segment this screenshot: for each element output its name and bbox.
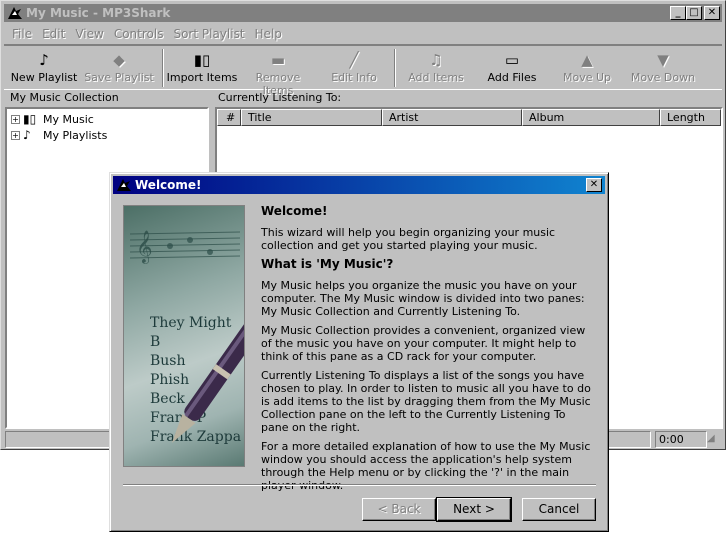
new-playlist-icon: ♪ [39,51,49,69]
tree-item-my-music[interactable]: + ▮▯ My Music [11,111,94,127]
tree-item-label: My Playlists [43,128,108,142]
wizard-paragraph: My Music helps you organize the music yo… [261,279,585,318]
listening-pane-label: Currently Listening To: [218,91,342,104]
tree-item-label: My Music [43,112,94,126]
menu-file[interactable]: File [7,25,37,43]
minimize-button[interactable]: _ [670,6,686,20]
music-staff-graphic: 𝄞 [130,230,240,264]
fountain-pen-graphic [171,308,244,444]
dialog-title-bar[interactable]: Welcome! ✕ [113,176,605,194]
dialog-close-button[interactable]: ✕ [586,178,602,192]
tree-expander[interactable]: + [11,130,20,140]
resize-grip-icon[interactable]: ◢ [707,433,721,447]
welcome-dialog: Welcome! ✕ 𝄞 They Might B Bush Phish Bec… [109,172,609,532]
edit-info-button[interactable]: ╱ Edit Info [316,49,392,87]
title-bar[interactable]: My Music - MP3Shark _ □ ✕ [4,4,722,22]
add-items-button[interactable]: ♫ Add Items [398,49,474,87]
playlists-icon: ♪ [23,128,31,142]
column-header-album[interactable]: Album [522,109,660,126]
arrow-up-icon: ▲ [581,51,593,69]
svg-text:𝄞: 𝄞 [136,230,153,264]
save-playlist-icon: ◆ [113,51,125,69]
window-title: My Music - MP3Shark [26,6,171,20]
menu-help[interactable]: Help [250,25,287,43]
shark-app-icon [8,7,22,19]
dialog-divider [123,484,596,486]
remove-items-icon: ▬ [270,51,286,69]
status-time: 0:00 [655,431,707,448]
dialog-title: Welcome! [135,178,202,192]
move-up-button[interactable]: ▲ Move Up [549,49,625,87]
toolbar-separator [394,49,396,87]
wizard-paragraph: Currently Listening To displays a list o… [261,369,591,434]
arrow-down-icon: ▼ [657,51,669,69]
edit-info-icon: ╱ [349,51,359,69]
wizard-intro: This wizard will help you begin organizi… [261,226,556,252]
add-items-icon: ♫ [429,51,443,69]
tree-expander[interactable]: + [11,114,20,124]
move-down-label: Move Down [630,71,696,84]
column-header-artist[interactable]: Artist [382,109,522,126]
menu-controls[interactable]: Controls [109,25,169,43]
add-files-label: Add Files [487,71,537,84]
import-items-label: Import Items [166,71,238,84]
menu-sort-playlist[interactable]: Sort Playlist [168,25,249,43]
tree-item-my-playlists[interactable]: + ♪ My Playlists [11,127,107,143]
new-playlist-button[interactable]: ♪ New Playlist [6,49,82,87]
remove-items-button[interactable]: ▬ Remove Items [240,49,316,97]
menu-view[interactable]: View [70,25,108,43]
shark-app-icon [117,179,131,191]
cancel-button[interactable]: Cancel [522,498,596,521]
save-playlist-button[interactable]: ◆ Save Playlist [81,49,157,87]
edit-info-label: Edit Info [331,71,377,84]
add-items-label: Add Items [408,71,464,84]
add-files-button[interactable]: ▭ Add Files [474,49,550,87]
column-header-length[interactable]: Length [660,109,721,126]
back-button[interactable]: < Back [362,498,436,521]
column-header-title[interactable]: Title [241,109,382,126]
import-items-button[interactable]: ▮▯ Import Items [164,49,240,87]
wizard-banner-image: 𝄞 They Might B Bush Phish Beck Frank P F… [123,205,245,467]
maximize-button[interactable]: □ [686,6,702,20]
next-button[interactable]: Next > [436,497,512,522]
menu-bar: File Edit View Controls Sort Playlist He… [7,25,287,43]
wizard-heading: Welcome! [261,204,328,218]
save-playlist-label: Save Playlist [84,71,154,84]
menu-edit[interactable]: Edit [37,25,70,43]
import-items-icon: ▮▯ [193,51,211,69]
add-files-icon: ▭ [504,51,520,69]
collection-pane-label: My Music Collection [10,91,119,104]
move-down-button[interactable]: ▼ Move Down [625,49,701,87]
wizard-subheading: What is 'My Music'? [261,257,394,271]
move-up-label: Move Up [562,71,612,84]
wizard-text: Welcome! This wizard will help you begin… [261,205,591,498]
toolbar: ♪ New Playlist ◆ Save Playlist ▮▯ Import… [4,44,722,97]
close-button[interactable]: ✕ [704,6,720,20]
column-header-number[interactable]: # [217,109,241,126]
wizard-paragraph: My Music Collection provides a convenien… [261,324,586,363]
music-library-icon: ▮▯ [23,112,37,126]
new-playlist-label: New Playlist [10,71,78,84]
